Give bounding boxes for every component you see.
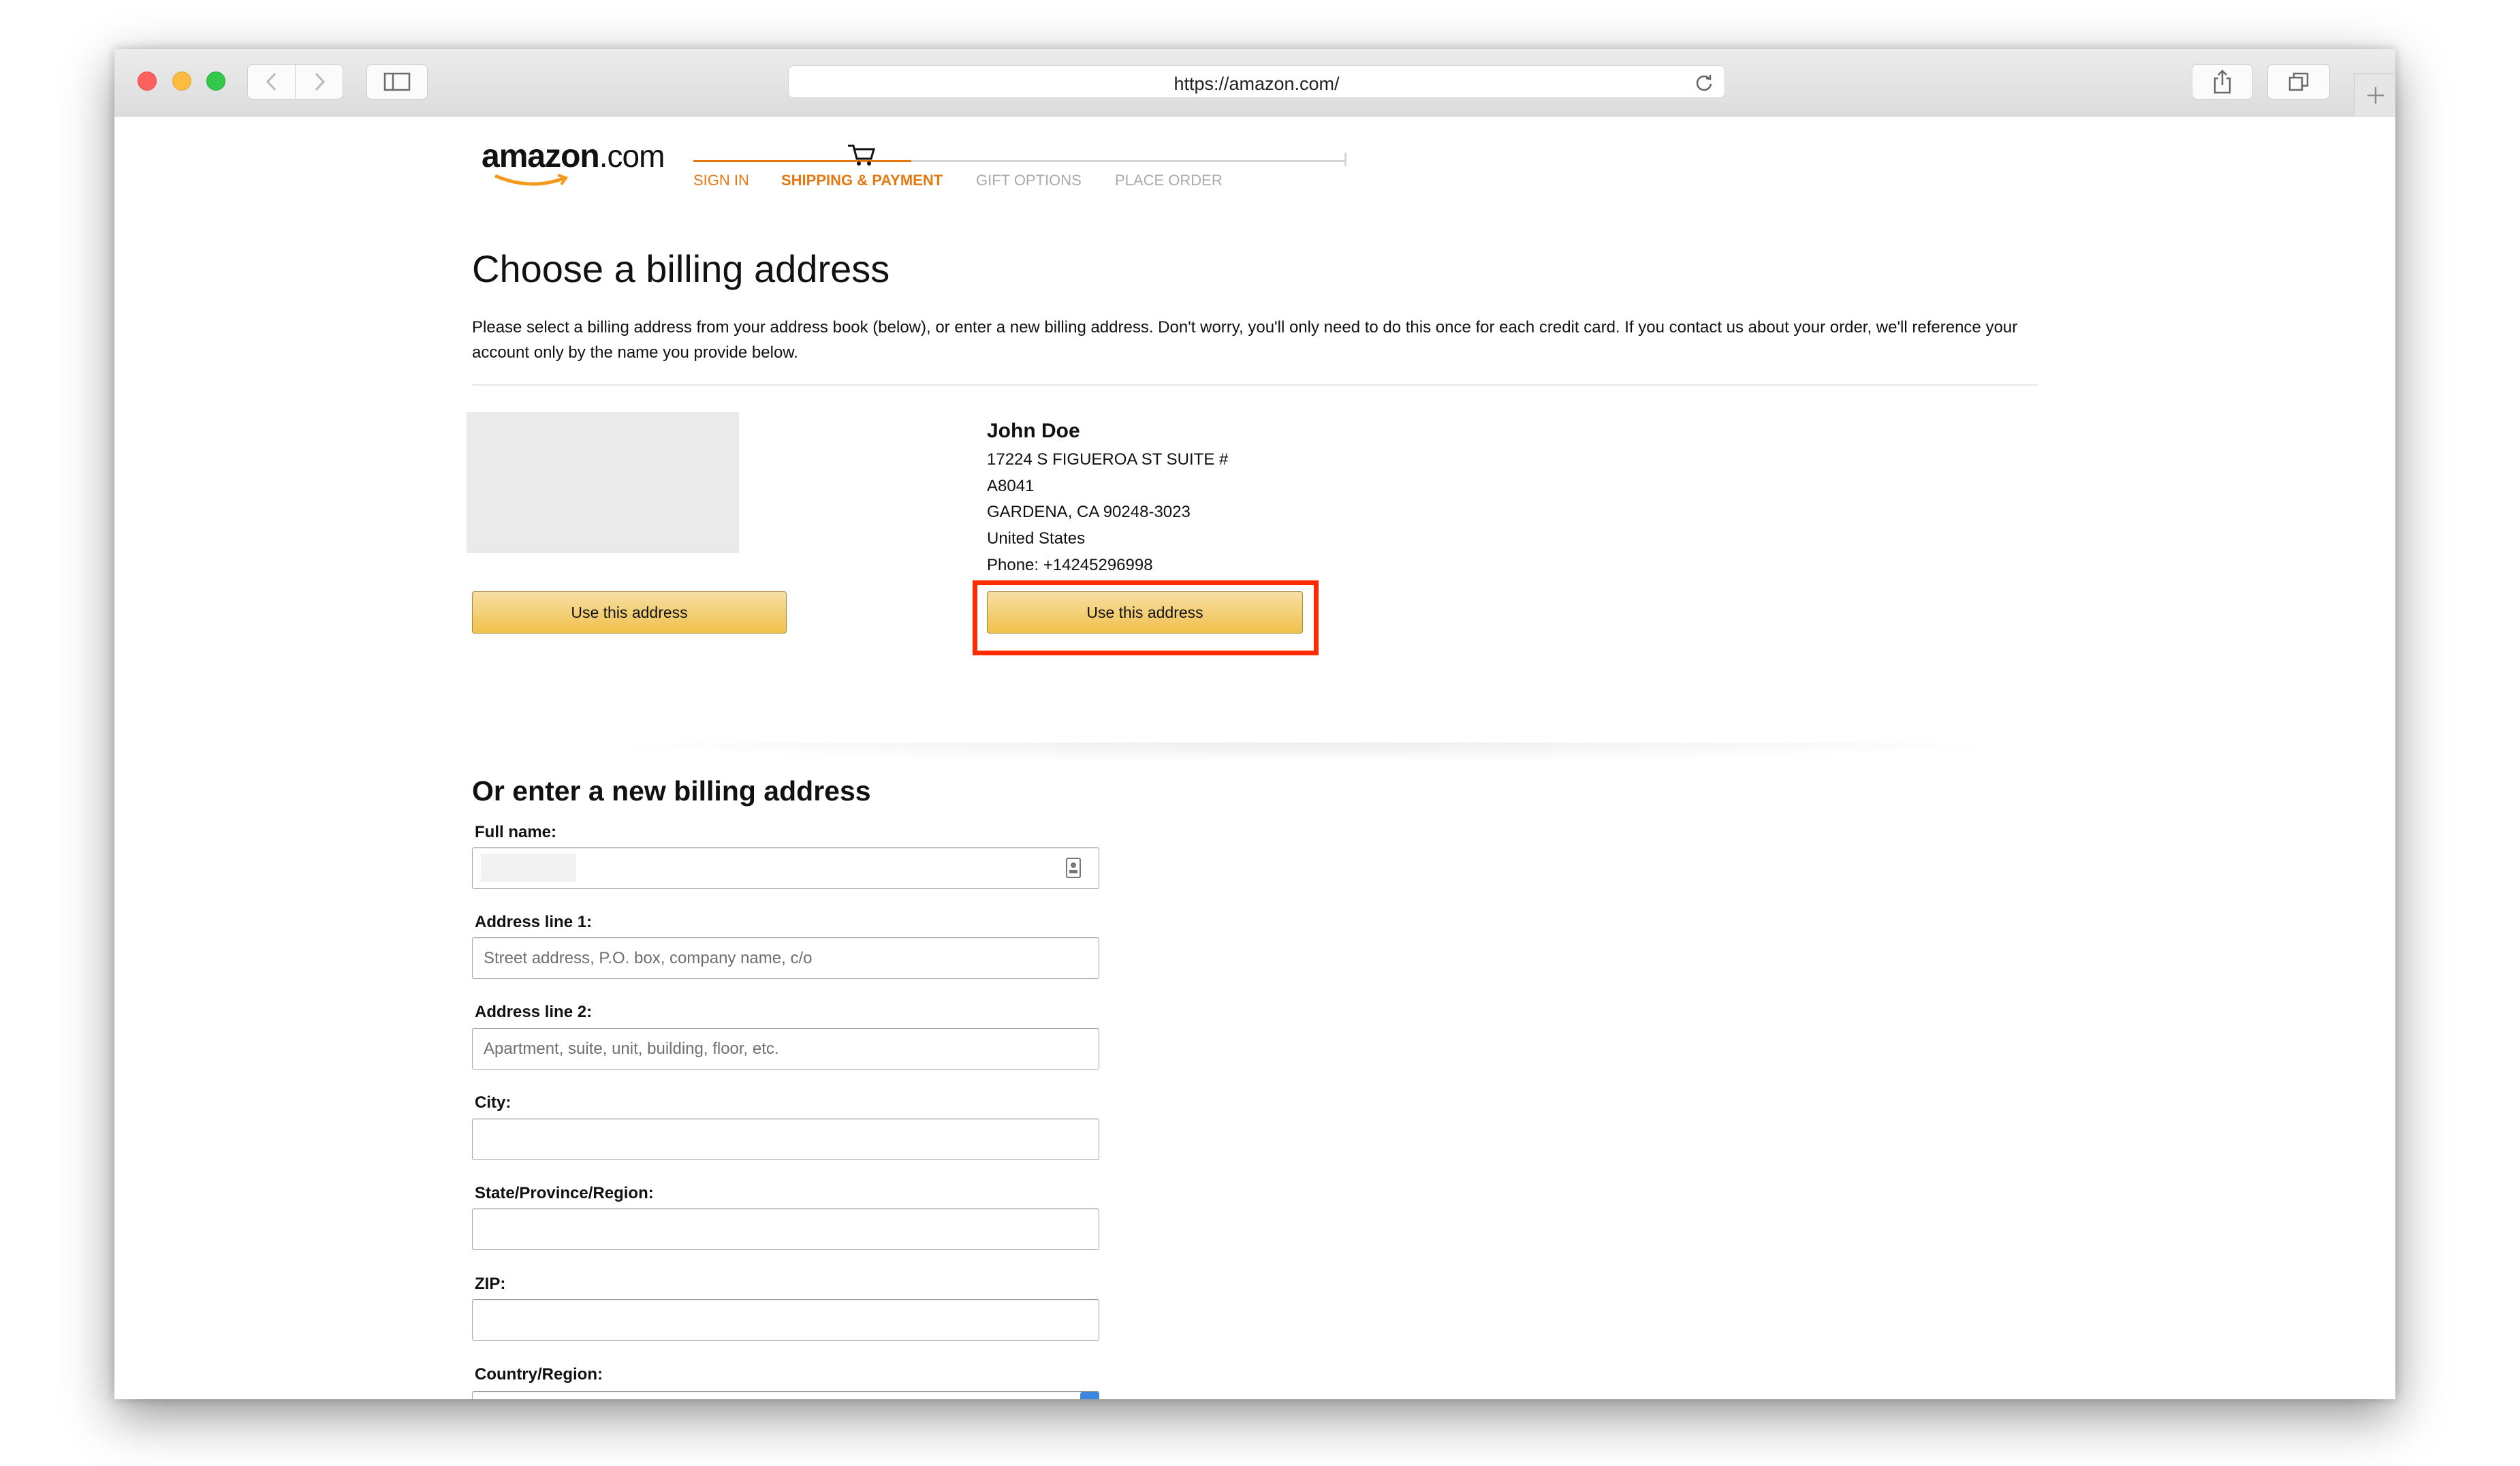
zip-label: ZIP: <box>475 1275 506 1293</box>
state-label: State/Province/Region: <box>475 1184 654 1202</box>
step-gift-options: GIFT OPTIONS <box>976 172 1082 189</box>
select-arrow-icon[interactable] <box>1080 1392 1099 1399</box>
forward-button[interactable] <box>295 64 343 99</box>
smile-arrow-icon <box>494 174 569 186</box>
browser-window: https://amazon.com/ amazon.com SIGN IN S… <box>114 49 2395 1399</box>
divider <box>472 384 2038 386</box>
sidebar-icon <box>383 72 411 91</box>
autofill-highlight <box>481 854 576 882</box>
address-country: United States <box>987 529 1086 548</box>
country-select[interactable] <box>472 1391 1099 1399</box>
logo-text: amazon <box>482 138 600 174</box>
billing-description: Please select a billing address from you… <box>472 318 2018 362</box>
progress-end-tick <box>1344 153 1346 166</box>
state-input[interactable] <box>472 1208 1099 1250</box>
new-address-title: Or enter a new billing address <box>472 775 871 807</box>
address-line1-input[interactable] <box>472 937 1099 979</box>
plus-icon <box>2367 87 2384 104</box>
address-city-line: GARDENA, CA 90248-3023 <box>987 503 1191 521</box>
section-separator <box>591 743 2021 763</box>
zoom-window-button[interactable] <box>206 72 225 91</box>
page-title: Choose a billing address <box>472 247 890 290</box>
logo-suffix: .com <box>599 138 665 174</box>
step-place-order: PLACE ORDER <box>1115 172 1223 189</box>
back-button[interactable] <box>247 64 296 99</box>
minimize-window-button[interactable] <box>172 72 191 91</box>
share-icon <box>2214 69 2231 94</box>
address-placeholder <box>467 412 739 553</box>
reload-icon[interactable] <box>1695 73 1714 92</box>
tab-overview-button[interactable] <box>2267 64 2330 99</box>
step-sign-in[interactable]: SIGN IN <box>693 172 749 189</box>
city-input[interactable] <box>472 1119 1099 1160</box>
address-phone: Phone: +14245296998 <box>987 556 1153 574</box>
use-this-address-button-1[interactable]: Use this address <box>472 591 787 634</box>
tabs-icon <box>2288 72 2309 91</box>
address-line2-input[interactable] <box>472 1028 1099 1070</box>
checkout-progress-line <box>693 160 911 162</box>
address-line2-label: Address line 2: <box>475 1003 593 1021</box>
step-shipping-payment: SHIPPING & PAYMENT <box>781 172 943 189</box>
checkout-progress-line-remaining <box>911 160 1346 162</box>
country-label: Country/Region: <box>475 1365 603 1384</box>
address-line2: A8041 <box>987 477 1035 495</box>
browser-toolbar: https://amazon.com/ <box>114 49 2395 116</box>
chevron-left-icon <box>266 72 276 91</box>
cart-icon <box>848 144 875 166</box>
chevron-right-icon <box>315 72 325 91</box>
full-name-label: Full name: <box>475 823 557 841</box>
address-line1: 17224 S FIGUEROA ST SUITE # <box>987 450 1229 469</box>
address-bar[interactable]: https://amazon.com/ <box>788 65 1725 98</box>
address-line1-label: Address line 1: <box>475 913 593 931</box>
share-button[interactable] <box>2192 64 2253 99</box>
sidebar-toggle-button[interactable] <box>366 64 428 99</box>
amazon-logo[interactable]: amazon.com <box>482 138 665 186</box>
new-tab-button[interactable] <box>2354 74 2395 116</box>
url-text: https://amazon.com/ <box>1174 74 1340 94</box>
city-label: City: <box>475 1093 511 1112</box>
zip-input[interactable] <box>472 1299 1099 1341</box>
contact-card-icon[interactable] <box>1065 857 1082 879</box>
use-this-address-button-2[interactable]: Use this address <box>987 591 1303 634</box>
address-name: John Doe <box>987 420 1080 442</box>
close-window-button[interactable] <box>138 72 157 91</box>
